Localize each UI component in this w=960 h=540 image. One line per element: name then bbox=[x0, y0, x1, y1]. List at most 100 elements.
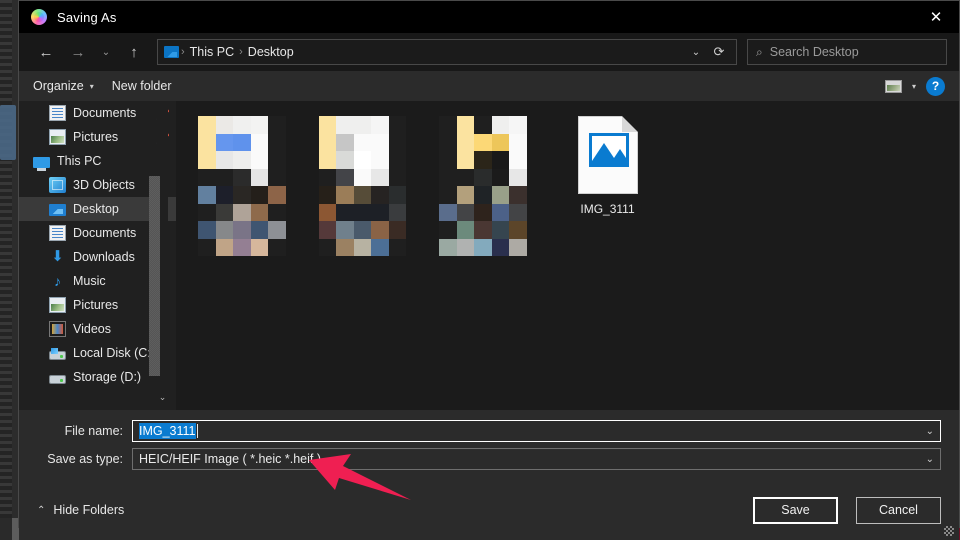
chevron-down-icon[interactable]: ▾ bbox=[912, 82, 916, 91]
breadcrumb-desktop[interactable]: Desktop bbox=[243, 45, 299, 59]
thumbnail-pixel bbox=[215, 151, 233, 169]
breadcrumb-this-pc[interactable]: This PC bbox=[185, 45, 239, 59]
thumbnail-pixel bbox=[198, 116, 216, 134]
filename-input[interactable]: IMG_3111 ⌄ bbox=[132, 420, 941, 442]
sidebar-item-this-pc[interactable]: This PC bbox=[19, 149, 176, 173]
sidebar-item-label: Storage (D:) bbox=[73, 370, 142, 384]
thumbnail-pixel bbox=[491, 221, 509, 239]
thumbnail-pixel bbox=[439, 221, 457, 239]
thumbnail-pixel bbox=[336, 116, 354, 134]
thumbnail-pixel bbox=[215, 238, 233, 256]
thumbnail-pixel bbox=[336, 151, 354, 169]
file-item[interactable]: IMG_3111 bbox=[560, 116, 656, 256]
thumbnail-pixel bbox=[268, 133, 286, 151]
local-disk-icon bbox=[49, 347, 66, 360]
search-input[interactable]: Search Desktop bbox=[770, 45, 859, 59]
view-options-icon[interactable] bbox=[884, 79, 902, 93]
savetype-dropdown[interactable]: HEIC/HEIF Image ( *.heic *.heif ) ⌄ bbox=[132, 448, 941, 470]
thumbnail-pixel bbox=[353, 238, 371, 256]
thumbnail-pixel bbox=[491, 203, 509, 221]
file-list-pane[interactable]: IMG_3111 bbox=[176, 101, 959, 410]
file-thumbnails: IMG_3111 bbox=[198, 116, 656, 256]
help-button[interactable]: ? bbox=[926, 76, 945, 96]
filename-value: IMG_3111 bbox=[139, 423, 196, 439]
chevron-down-icon[interactable]: ⌄ bbox=[926, 426, 934, 437]
navpane-scrollbar-thumb[interactable] bbox=[149, 176, 160, 376]
chevron-down-icon[interactable]: ⌄ bbox=[926, 454, 934, 465]
thumbnail-pixel bbox=[268, 186, 286, 204]
thumbnail-pixel bbox=[371, 168, 389, 186]
arrow-up-icon[interactable]: ↑ bbox=[119, 39, 149, 65]
thumbnail-pixel bbox=[491, 116, 509, 134]
thumbnail-pixel bbox=[474, 186, 492, 204]
redacted-thumbnail-1[interactable] bbox=[198, 116, 286, 256]
thumbnail-pixel bbox=[215, 221, 233, 239]
document-icon bbox=[49, 105, 66, 121]
thumbnail-pixel bbox=[509, 238, 527, 256]
thumbnail-pixel bbox=[474, 116, 492, 134]
sidebar-item-pictures[interactable]: Pictures📌 bbox=[19, 125, 176, 149]
dialog-body: Documents📌Pictures📌 This PC 3D Objects Desk… bbox=[19, 101, 959, 410]
save-button[interactable]: Save bbox=[753, 496, 838, 524]
sidebar-item-documents[interactable]: Documents📌 bbox=[19, 101, 176, 125]
redacted-thumbnail-3[interactable] bbox=[439, 116, 527, 256]
thumbnail-pixel bbox=[268, 168, 286, 186]
thumbnail-pixel bbox=[371, 186, 389, 204]
navpane-scrollbar[interactable] bbox=[149, 101, 168, 410]
dialog-titlebar[interactable]: Saving As ✕ bbox=[19, 1, 959, 33]
thumbnail-pixel bbox=[474, 168, 492, 186]
thumbnail-pixel bbox=[491, 133, 509, 151]
thumbnail-pixel bbox=[456, 168, 474, 186]
thumbnail-pixel bbox=[268, 221, 286, 239]
search-box[interactable]: ⌕ Search Desktop bbox=[747, 39, 947, 65]
music-icon: ♪ bbox=[54, 273, 61, 289]
resize-grip[interactable] bbox=[944, 526, 954, 536]
sidebar-item-label: Local Disk (C:) bbox=[73, 346, 155, 360]
chevron-down-icon[interactable]: ⌄ bbox=[157, 390, 168, 404]
chevron-down-icon[interactable]: ⌄ bbox=[95, 39, 117, 65]
chevron-down-icon: ▾ bbox=[89, 81, 94, 91]
thumbnail-pixel bbox=[233, 203, 251, 221]
sidebar-item-label: Music bbox=[73, 274, 106, 288]
thumbnail-pixel bbox=[456, 151, 474, 169]
sidebar-item-label: Pictures bbox=[73, 298, 119, 312]
new-folder-button[interactable]: New folder bbox=[112, 79, 172, 93]
sidebar-item-label: Pictures bbox=[73, 130, 119, 144]
sidebar-item-label: 3D Objects bbox=[73, 178, 135, 192]
organize-button[interactable]: Organize ▾ bbox=[33, 79, 94, 93]
thumbnail-pixel bbox=[491, 151, 509, 169]
command-bar-right: ▾ ? bbox=[884, 76, 945, 96]
thumbnail-pixel bbox=[474, 238, 492, 256]
address-bar[interactable]: › This PC › Desktop ⌄ ⟳ bbox=[157, 39, 737, 65]
chevron-down-icon[interactable]: ⌄ bbox=[686, 47, 706, 58]
refresh-icon[interactable]: ⟳ bbox=[708, 44, 730, 60]
thumbnail-pixel bbox=[509, 168, 527, 186]
close-icon[interactable]: ✕ bbox=[913, 1, 959, 33]
photos-app-icon bbox=[31, 9, 47, 25]
arrow-left-icon[interactable]: ← bbox=[31, 39, 61, 65]
thumbnail-pixel bbox=[509, 221, 527, 239]
thumbnail-pixel bbox=[233, 238, 251, 256]
thumbnail-pixel bbox=[474, 151, 492, 169]
thumbnail-pixel bbox=[371, 221, 389, 239]
arrow-right-icon[interactable]: → bbox=[63, 39, 93, 65]
screen: Saving As ✕ ← → ⌄ ↑ › This PC › Desktop … bbox=[0, 0, 960, 540]
thumbnail-pixel bbox=[318, 221, 336, 239]
sidebar-item-label: Desktop bbox=[73, 202, 119, 216]
navigation-pane[interactable]: Documents📌Pictures📌 This PC 3D Objects Desk… bbox=[19, 101, 176, 410]
cancel-button[interactable]: Cancel bbox=[856, 496, 941, 524]
hide-folders-button[interactable]: ⌃ Hide Folders bbox=[37, 503, 124, 517]
this-pc-icon bbox=[33, 156, 50, 171]
thumbnail-pixel bbox=[353, 186, 371, 204]
hide-folders-label: Hide Folders bbox=[53, 503, 125, 517]
redacted-thumbnail-2[interactable] bbox=[318, 116, 406, 256]
thumbnail-pixel bbox=[198, 151, 216, 169]
organize-label: Organize bbox=[33, 79, 84, 93]
thumbnail-pixel bbox=[318, 151, 336, 169]
thumbnail-pixel bbox=[250, 203, 268, 221]
thumbnail-pixel bbox=[456, 221, 474, 239]
thumbnail-pixel bbox=[388, 238, 406, 256]
sidebar-item-label: Documents bbox=[73, 226, 137, 240]
thumbnail-pixel bbox=[318, 186, 336, 204]
new-folder-label: New folder bbox=[111, 79, 172, 93]
